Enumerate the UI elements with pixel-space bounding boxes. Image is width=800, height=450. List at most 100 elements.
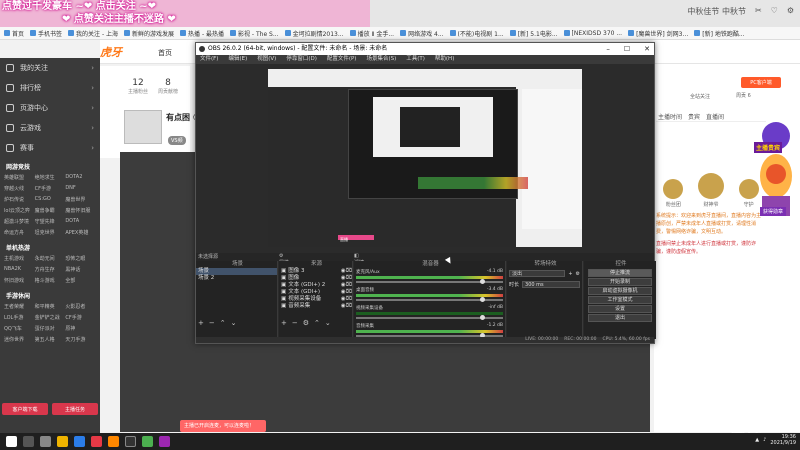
nav-category-link[interactable]: 金铲铲之战 — [35, 314, 66, 321]
nav-category-link[interactable]: 绝地求生 — [35, 174, 66, 181]
nav-category-link[interactable]: CF手游 — [35, 185, 66, 192]
bookmark-item[interactable]: 我的关注 - 上海 — [68, 29, 118, 38]
nav-category-link[interactable]: LOL手游 — [4, 314, 35, 321]
huya-app-icon[interactable] — [108, 436, 119, 447]
add-icon[interactable]: + — [281, 319, 287, 327]
obs-control-button[interactable]: 停止推流 — [588, 269, 652, 277]
nav-item-1[interactable]: 排行榜 › — [0, 78, 100, 98]
app-red-icon[interactable] — [91, 436, 102, 447]
nav-item-2[interactable]: 页游中心 › — [0, 98, 100, 118]
bookmark-item[interactable]: 播放 Ⅱ 金手... — [349, 29, 394, 38]
nav-item-4[interactable]: 赛事 › — [0, 138, 100, 158]
nav-category-link[interactable]: 方舟生存 — [35, 266, 66, 273]
nav-category-link[interactable]: lol云顶之弈 — [4, 207, 35, 214]
obs-app-icon[interactable] — [125, 436, 136, 447]
rank-entry[interactable]: 粉丝团 — [663, 179, 684, 208]
obs-control-button[interactable]: 设置 — [588, 305, 652, 313]
chevron-down-icon[interactable]: ⌄ — [231, 319, 237, 327]
nav-category-link[interactable]: CS:GO — [35, 196, 66, 203]
nav-category-link[interactable]: 蛋仔派对 — [35, 325, 66, 332]
gear-icon[interactable]: ⚙ — [576, 271, 580, 277]
nav-category-link[interactable]: 永劫无间 — [35, 255, 66, 262]
browser-holiday-link[interactable]: 中秋佳节 中秋节 — [687, 6, 746, 17]
properties-button[interactable]: ⚙ 属性 — [279, 253, 354, 266]
nav-category-link[interactable]: 穿越火线 — [4, 185, 35, 192]
bookmark-item[interactable]: 金坷拉剧情2013... — [284, 29, 344, 38]
nav-category-link[interactable]: CF手游 — [65, 314, 96, 321]
nav-category-link[interactable]: DOTA — [65, 218, 96, 225]
nav-category-link[interactable]: 全部 — [65, 277, 96, 284]
bookmark-item[interactable]: (不能)电视剧 1... — [449, 29, 504, 38]
right-panel-tab[interactable]: 贵宾 — [688, 112, 700, 121]
obs-menu-item[interactable]: 工具(T) — [406, 55, 425, 64]
nav-category-link[interactable]: 魔兽世界 — [65, 196, 96, 203]
volume-slider[interactable] — [356, 297, 503, 302]
nav-category-link[interactable]: 魔兽争霸 — [35, 207, 66, 214]
transition-select[interactable]: 淡出 — [509, 270, 566, 277]
nav-category-link[interactable]: 怀旧游戏 — [4, 277, 35, 284]
room-avatar[interactable] — [124, 110, 162, 144]
volume-slider[interactable] — [356, 279, 503, 284]
lock-icon[interactable]: ⌧ — [346, 282, 352, 289]
scene-item[interactable]: 场景 2 — [196, 275, 277, 282]
lock-icon[interactable]: ⌧ — [346, 268, 352, 275]
scene-item[interactable]: 场景 — [196, 268, 277, 275]
task-view-icon[interactable] — [40, 436, 51, 447]
network-icon[interactable]: ▲ — [755, 437, 759, 443]
nav-home-link[interactable]: 首页 — [158, 48, 172, 58]
nav-category-link[interactable]: 格斗游戏 — [35, 277, 66, 284]
remove-icon[interactable]: − — [292, 319, 298, 327]
duration-input[interactable]: 300 ms — [522, 281, 580, 288]
bookmark-item[interactable]: 网络游戏 4... — [400, 29, 444, 38]
nav-category-link[interactable]: 王者荣耀 — [4, 303, 35, 310]
lock-icon[interactable]: ⌧ — [346, 275, 352, 282]
nav-category-link[interactable]: 魔兽怀旧服 — [65, 207, 96, 214]
obs-control-button[interactable]: 工作室模式 — [588, 296, 652, 304]
gear-icon[interactable]: ⚙ — [787, 6, 794, 17]
right-panel-tab[interactable]: 主播时间 — [658, 112, 682, 121]
obs-menu-item[interactable]: 编辑(E) — [228, 55, 247, 64]
obs-control-button[interactable]: 启动虚拟摄像机 — [588, 287, 652, 295]
right-panel-tab[interactable]: 直播间 — [706, 112, 724, 121]
obs-menu-item[interactable]: 停靠窗口(D) — [286, 55, 317, 64]
source-item[interactable]: ▣ 音频采集 ◉ ⌧ — [279, 303, 352, 310]
nav-category-link[interactable]: 火影忍者 — [65, 303, 96, 310]
client-download-button[interactable]: 客户端下载 — [2, 403, 48, 415]
obs-menu-item[interactable]: 场景集合(S) — [366, 55, 396, 64]
browser-icon[interactable] — [74, 436, 85, 447]
volume-slider-handle[interactable] — [480, 279, 485, 284]
minimize-icon[interactable]: – — [606, 43, 610, 55]
obs-control-button[interactable]: 开始录制 — [588, 278, 652, 286]
obs-title-bar[interactable]: OBS 26.0.2 (64-bit, windows) - 配置文件: 未命名… — [196, 43, 654, 55]
nav-item-3[interactable]: 云游戏 › — [0, 118, 100, 138]
nav-category-link[interactable]: 恐怖之眼 — [65, 255, 96, 262]
nav-category-link[interactable]: 主机游戏 — [4, 255, 35, 262]
heart-icon[interactable]: ♡ — [771, 6, 778, 17]
nav-category-link[interactable]: DOTA2 — [65, 174, 96, 181]
lock-icon[interactable]: ⌧ — [346, 303, 352, 310]
source-item[interactable]: ▣ 文本 (GDI+) 2 ◉ ⌧ — [279, 282, 352, 289]
gear-icon[interactable]: ⚙ — [303, 319, 309, 327]
chevron-up-icon[interactable]: ⌃ — [220, 319, 226, 327]
bookmark-item[interactable]: [魔兽世界] 剑网3... — [628, 29, 688, 38]
bookmark-item[interactable]: [新] 地铁跑酷... — [694, 29, 745, 38]
obs-preview[interactable]: 直播 — [268, 69, 582, 247]
bookmark-item[interactable]: [新] 5.1电影... — [509, 29, 558, 38]
nav-category-link[interactable]: APEX英雄 — [65, 229, 96, 236]
chevron-up-icon[interactable]: ⌃ — [314, 319, 320, 327]
volume-slider-handle[interactable] — [480, 315, 485, 320]
app-green-icon[interactable] — [142, 436, 153, 447]
rank-entry[interactable]: 财神爷 — [697, 173, 724, 208]
add-icon[interactable]: + — [198, 319, 204, 327]
file-explorer-icon[interactable] — [57, 436, 68, 447]
lock-icon[interactable]: ⌧ — [346, 296, 352, 303]
nav-category-link[interactable]: 超激斗梦境 — [4, 218, 35, 225]
nav-category-link[interactable]: DNF — [65, 185, 96, 192]
obs-menu-item[interactable]: 帮助(H) — [435, 55, 454, 64]
nav-category-link[interactable]: 黑神话 — [65, 266, 96, 273]
nav-category-link[interactable]: 第五人格 — [35, 336, 66, 343]
badge-label[interactable]: 获得勋章 — [760, 207, 787, 216]
nav-category-link[interactable]: NBA2K — [4, 266, 35, 273]
site-logo[interactable]: 虎牙 — [100, 44, 122, 60]
windows-start-icon[interactable] — [6, 436, 17, 447]
